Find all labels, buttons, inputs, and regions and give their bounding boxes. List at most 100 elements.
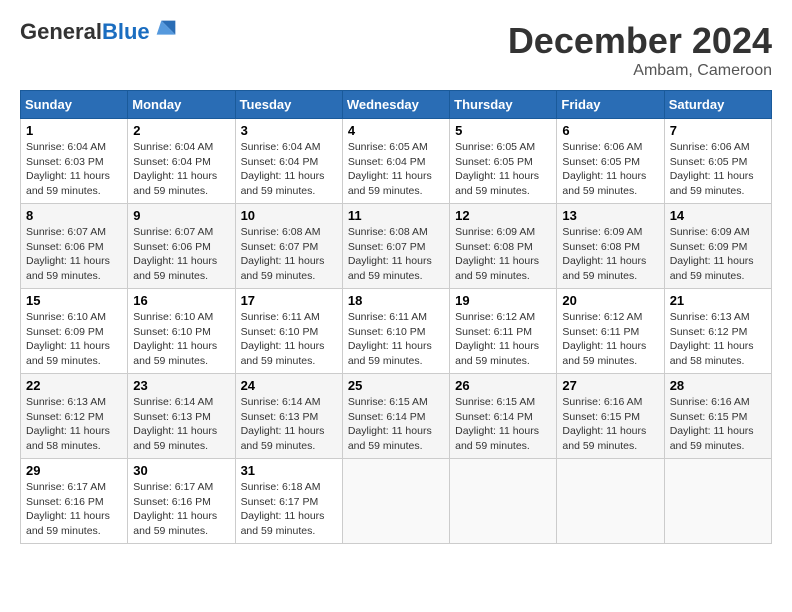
day-number: 3 (241, 123, 337, 138)
calendar-cell: 19Sunrise: 6:12 AMSunset: 6:11 PMDayligh… (450, 289, 557, 374)
col-header-sunday: Sunday (21, 91, 128, 119)
day-number: 25 (348, 378, 444, 393)
day-info: Sunrise: 6:04 AMSunset: 6:04 PMDaylight:… (241, 140, 337, 199)
calendar-cell: 10Sunrise: 6:08 AMSunset: 6:07 PMDayligh… (235, 204, 342, 289)
calendar-cell: 1 Sunrise: 6:04 AMSunset: 6:03 PMDaylight… (21, 119, 128, 204)
day-number: 1 (26, 123, 122, 138)
calendar-cell: 4 Sunrise: 6:05 AMSunset: 6:04 PMDaylight… (342, 119, 449, 204)
day-number: 16 (133, 293, 229, 308)
calendar-cell: 6 Sunrise: 6:06 AMSunset: 6:05 PMDaylight… (557, 119, 664, 204)
day-info: Sunrise: 6:09 AMSunset: 6:09 PMDaylight:… (670, 225, 766, 284)
day-number: 6 (562, 123, 658, 138)
logo-general-text: General (20, 19, 102, 44)
day-info: Sunrise: 6:06 AMSunset: 6:05 PMDaylight:… (562, 140, 658, 199)
day-number: 24 (241, 378, 337, 393)
day-number: 14 (670, 208, 766, 223)
day-info: Sunrise: 6:09 AMSunset: 6:08 PMDaylight:… (562, 225, 658, 284)
calendar-cell: 12Sunrise: 6:09 AMSunset: 6:08 PMDayligh… (450, 204, 557, 289)
logo-icon (152, 16, 180, 44)
day-number: 27 (562, 378, 658, 393)
day-info: Sunrise: 6:10 AMSunset: 6:09 PMDaylight:… (26, 310, 122, 369)
logo-blue-text: Blue (102, 19, 150, 44)
day-info: Sunrise: 6:06 AMSunset: 6:05 PMDaylight:… (670, 140, 766, 199)
calendar-cell: 3 Sunrise: 6:04 AMSunset: 6:04 PMDaylight… (235, 119, 342, 204)
day-info: Sunrise: 6:11 AMSunset: 6:10 PMDaylight:… (348, 310, 444, 369)
calendar-cell: 26Sunrise: 6:15 AMSunset: 6:14 PMDayligh… (450, 374, 557, 459)
day-number: 7 (670, 123, 766, 138)
day-number: 15 (26, 293, 122, 308)
day-number: 31 (241, 463, 337, 478)
calendar-cell: 9 Sunrise: 6:07 AMSunset: 6:06 PMDaylight… (128, 204, 235, 289)
day-info: Sunrise: 6:05 AMSunset: 6:05 PMDaylight:… (455, 140, 551, 199)
title-block: December 2024 Ambam, Cameroon (508, 20, 772, 80)
day-info: Sunrise: 6:04 AMSunset: 6:03 PMDaylight:… (26, 140, 122, 199)
calendar-cell: 8 Sunrise: 6:07 AMSunset: 6:06 PMDaylight… (21, 204, 128, 289)
calendar-cell: 17Sunrise: 6:11 AMSunset: 6:10 PMDayligh… (235, 289, 342, 374)
day-info: Sunrise: 6:04 AMSunset: 6:04 PMDaylight:… (133, 140, 229, 199)
calendar-cell: 18 Sunrise: 6:11 AMSunset: 6:10 PMDayligh… (342, 289, 449, 374)
logo: GeneralBlue (20, 20, 180, 44)
day-number: 18 (348, 293, 444, 308)
day-number: 28 (670, 378, 766, 393)
col-header-tuesday: Tuesday (235, 91, 342, 119)
calendar-cell: 30 Sunrise: 6:17 AMSunset: 6:16 PMDayligh… (128, 459, 235, 544)
col-header-friday: Friday (557, 91, 664, 119)
calendar-cell: 21 Sunrise: 6:13 AMSunset: 6:12 PMDayligh… (664, 289, 771, 374)
col-header-saturday: Saturday (664, 91, 771, 119)
calendar-cell (450, 459, 557, 544)
col-header-thursday: Thursday (450, 91, 557, 119)
day-info: Sunrise: 6:16 AMSunset: 6:15 PMDaylight:… (670, 395, 766, 454)
day-info: Sunrise: 6:12 AMSunset: 6:11 PMDaylight:… (562, 310, 658, 369)
week-row-3: 15 Sunrise: 6:10 AMSunset: 6:09 PMDayligh… (21, 289, 772, 374)
day-info: Sunrise: 6:07 AMSunset: 6:06 PMDaylight:… (26, 225, 122, 284)
calendar-table: SundayMondayTuesdayWednesdayThursdayFrid… (20, 90, 772, 544)
calendar-cell: 31 Sunrise: 6:18 AMSunset: 6:17 PMDayligh… (235, 459, 342, 544)
day-info: Sunrise: 6:13 AMSunset: 6:12 PMDaylight:… (26, 395, 122, 454)
day-number: 17 (241, 293, 337, 308)
day-info: Sunrise: 6:14 AMSunset: 6:13 PMDaylight:… (241, 395, 337, 454)
day-number: 20 (562, 293, 658, 308)
calendar-cell (342, 459, 449, 544)
day-info: Sunrise: 6:16 AMSunset: 6:15 PMDaylight:… (562, 395, 658, 454)
day-info: Sunrise: 6:08 AMSunset: 6:07 PMDaylight:… (241, 225, 337, 284)
calendar-cell: 11 Sunrise: 6:08 AMSunset: 6:07 PMDayligh… (342, 204, 449, 289)
calendar-cell: 16 Sunrise: 6:10 AMSunset: 6:10 PMDayligh… (128, 289, 235, 374)
day-number: 8 (26, 208, 122, 223)
day-number: 23 (133, 378, 229, 393)
day-number: 11 (348, 208, 444, 223)
calendar-cell: 27 Sunrise: 6:16 AMSunset: 6:15 PMDayligh… (557, 374, 664, 459)
calendar-cell (557, 459, 664, 544)
day-info: Sunrise: 6:05 AMSunset: 6:04 PMDaylight:… (348, 140, 444, 199)
col-header-wednesday: Wednesday (342, 91, 449, 119)
day-info: Sunrise: 6:14 AMSunset: 6:13 PMDaylight:… (133, 395, 229, 454)
day-number: 19 (455, 293, 551, 308)
day-info: Sunrise: 6:15 AMSunset: 6:14 PMDaylight:… (348, 395, 444, 454)
day-info: Sunrise: 6:10 AMSunset: 6:10 PMDaylight:… (133, 310, 229, 369)
week-row-2: 8 Sunrise: 6:07 AMSunset: 6:06 PMDaylight… (21, 204, 772, 289)
day-number: 30 (133, 463, 229, 478)
day-info: Sunrise: 6:17 AMSunset: 6:16 PMDaylight:… (133, 480, 229, 539)
day-number: 9 (133, 208, 229, 223)
col-header-monday: Monday (128, 91, 235, 119)
calendar-cell: 22Sunrise: 6:13 AMSunset: 6:12 PMDayligh… (21, 374, 128, 459)
page-header: GeneralBlue December 2024 Ambam, Cameroo… (20, 20, 772, 80)
calendar-cell: 29 Sunrise: 6:17 AMSunset: 6:16 PMDayligh… (21, 459, 128, 544)
calendar-cell: 20 Sunrise: 6:12 AMSunset: 6:11 PMDayligh… (557, 289, 664, 374)
day-info: Sunrise: 6:18 AMSunset: 6:17 PMDaylight:… (241, 480, 337, 539)
calendar-cell: 2Sunrise: 6:04 AMSunset: 6:04 PMDaylight… (128, 119, 235, 204)
day-number: 12 (455, 208, 551, 223)
week-row-1: 1 Sunrise: 6:04 AMSunset: 6:03 PMDaylight… (21, 119, 772, 204)
day-info: Sunrise: 6:08 AMSunset: 6:07 PMDaylight:… (348, 225, 444, 284)
day-number: 29 (26, 463, 122, 478)
day-info: Sunrise: 6:13 AMSunset: 6:12 PMDaylight:… (670, 310, 766, 369)
calendar-cell (664, 459, 771, 544)
day-number: 21 (670, 293, 766, 308)
week-row-4: 22Sunrise: 6:13 AMSunset: 6:12 PMDayligh… (21, 374, 772, 459)
day-number: 13 (562, 208, 658, 223)
day-info: Sunrise: 6:17 AMSunset: 6:16 PMDaylight:… (26, 480, 122, 539)
day-number: 4 (348, 123, 444, 138)
location: Ambam, Cameroon (508, 62, 772, 80)
day-info: Sunrise: 6:07 AMSunset: 6:06 PMDaylight:… (133, 225, 229, 284)
calendar-cell: 14 Sunrise: 6:09 AMSunset: 6:09 PMDayligh… (664, 204, 771, 289)
day-info: Sunrise: 6:15 AMSunset: 6:14 PMDaylight:… (455, 395, 551, 454)
